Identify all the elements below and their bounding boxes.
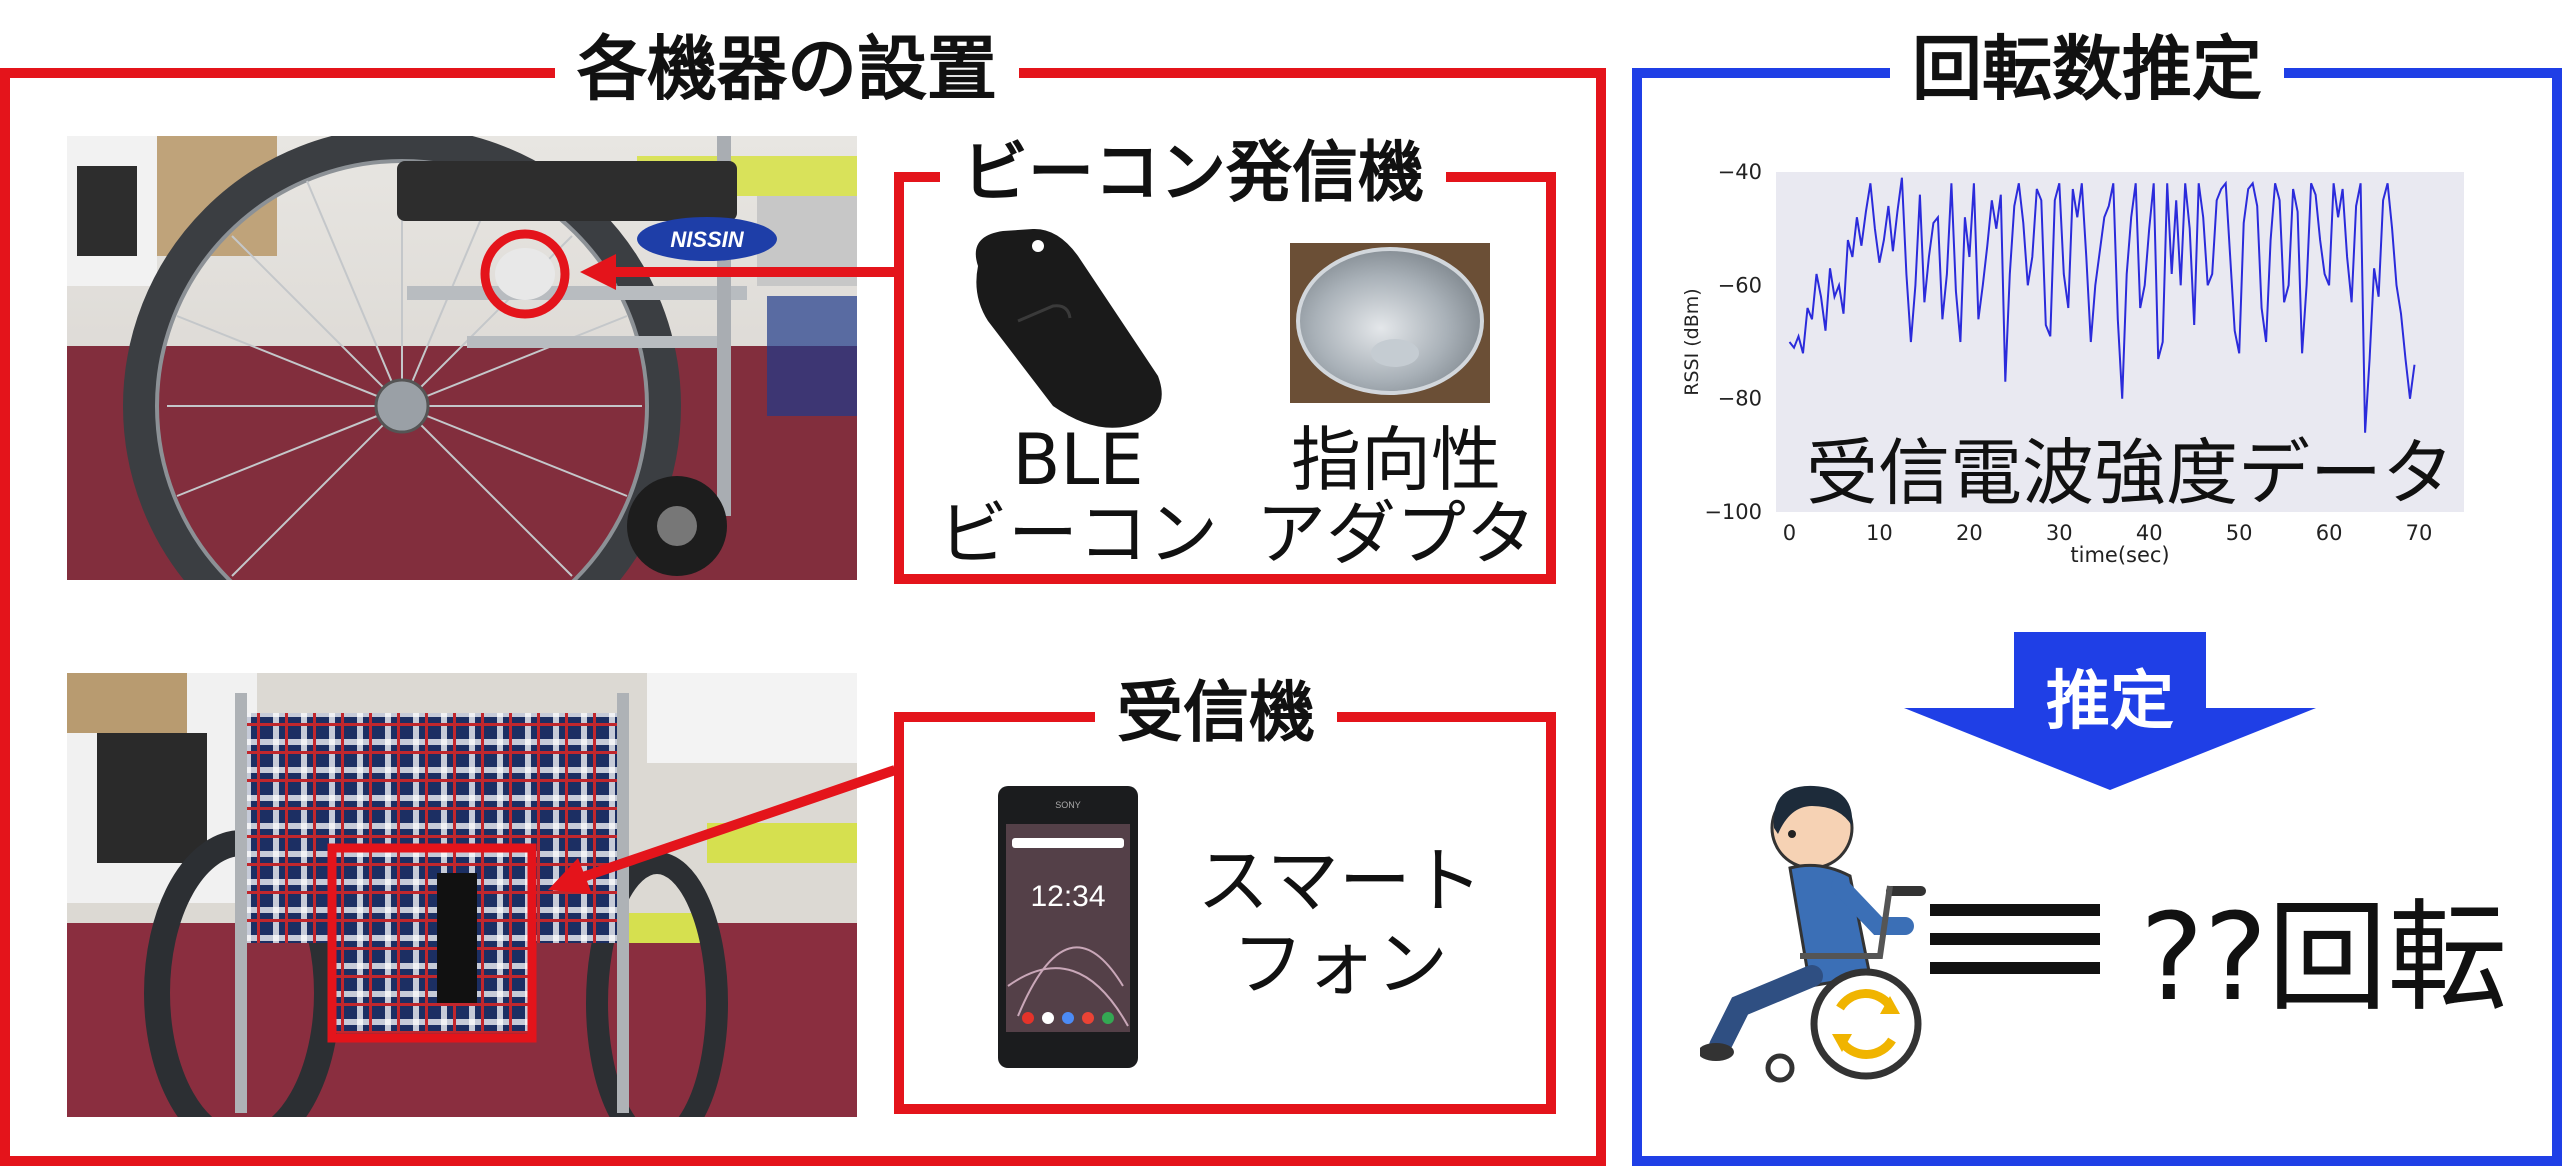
receiver-box-title: 受信機 — [1095, 680, 1337, 746]
left-panel-title: 各機器の設置 — [555, 34, 1019, 104]
y-tick-label: −40 — [1718, 160, 1762, 184]
x-tick-label: 0 — [1783, 521, 1796, 545]
smartphone-image: 12:34 SONY — [998, 786, 1138, 1068]
receiver-arrow — [548, 765, 897, 894]
wheelchair-beacon-photo: NISSIN — [67, 136, 857, 580]
x-tick-label: 50 — [2226, 521, 2253, 545]
estimate-label: 推定 — [2046, 665, 2174, 739]
equivalence-symbol — [1930, 904, 2100, 974]
y-tick-label: −100 — [1704, 500, 1762, 524]
svg-text:12:34: 12:34 — [1030, 880, 1105, 913]
right-panel-title: 回転数推定 — [1890, 34, 2284, 104]
x-tick-label: 60 — [2316, 521, 2343, 545]
phone-label-line1: スマート — [1197, 839, 1483, 923]
ble-label-line1: BLE — [1012, 419, 1144, 501]
adapter-label-line1: 指向性 — [1291, 419, 1501, 501]
adapter-label-line2: アダプタ — [1256, 492, 1536, 575]
x-axis-label: time(sec) — [2070, 543, 2169, 567]
rotation-result-text: ??回転 — [2140, 889, 2508, 1028]
chart-overlay-label: 受信電波強度データ — [1806, 431, 2455, 515]
beacon-box-title: ビーコン発信機 — [940, 140, 1446, 206]
ble-label-line2: ビーコン — [938, 492, 1218, 575]
y-tick-label: −60 — [1718, 273, 1762, 297]
adapter-label: 指向性 アダプタ — [1236, 419, 1556, 575]
wheelchair-user-illustration — [1700, 776, 1930, 1086]
directional-adapter-image — [1290, 243, 1490, 403]
smartphone-label: スマート フォン — [1170, 840, 1510, 1006]
ble-beacon-label: BLE ビーコン — [918, 419, 1238, 575]
x-tick-label: 10 — [1866, 521, 1893, 545]
phone-label-line2: フォン — [1231, 921, 1448, 1006]
svg-text:SONY: SONY — [1055, 800, 1081, 810]
x-tick-label: 30 — [2046, 521, 2073, 545]
x-tick-label: 20 — [1956, 521, 1983, 545]
ble-beacon-image — [958, 226, 1168, 431]
y-tick-label: −80 — [1718, 387, 1762, 411]
x-tick-label: 70 — [2406, 521, 2433, 545]
beacon-arrow — [580, 254, 895, 290]
y-axis-label: RSSI (dBm) — [1681, 288, 1703, 395]
x-tick-label: 40 — [2136, 521, 2163, 545]
